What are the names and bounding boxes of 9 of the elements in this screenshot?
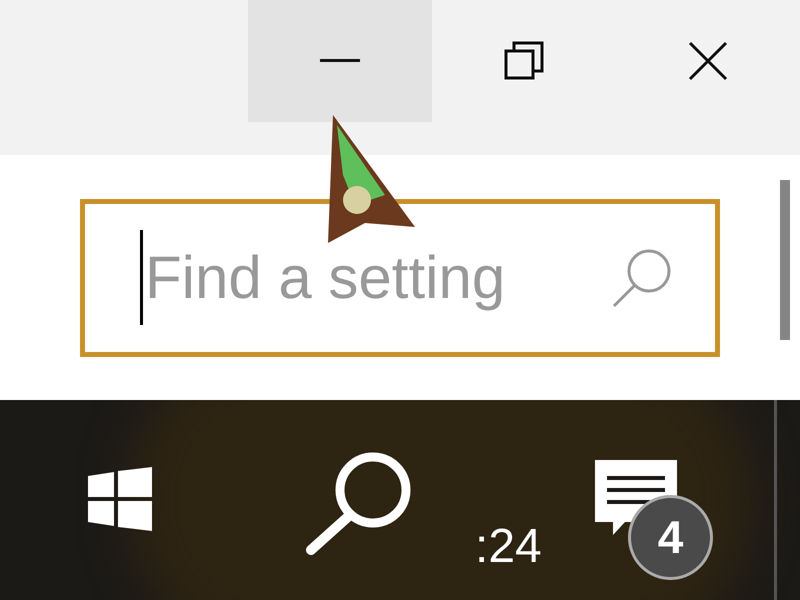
close-icon: [688, 41, 728, 81]
notification-button[interactable]: 4: [595, 460, 715, 580]
restore-icon: [504, 41, 544, 81]
minimize-icon: [320, 59, 360, 63]
search-field[interactable]: Find a setting: [80, 198, 720, 356]
clock-text: :24: [475, 523, 542, 571]
search-input[interactable]: Find a setting: [145, 232, 611, 322]
windows-logo-icon[interactable]: [88, 467, 152, 531]
scrollbar[interactable]: [780, 180, 790, 340]
